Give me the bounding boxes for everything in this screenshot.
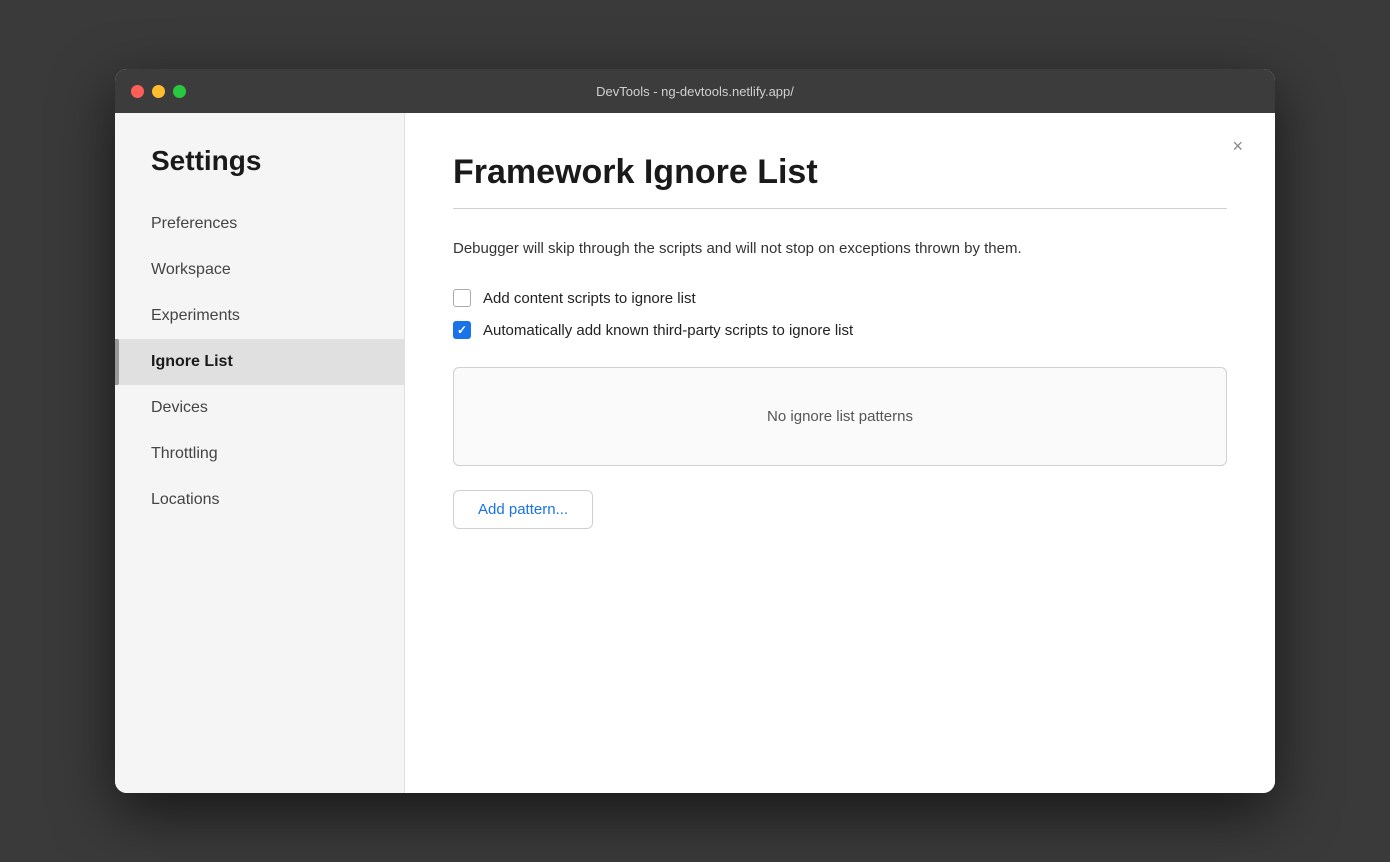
minimize-window-button[interactable] xyxy=(152,85,165,98)
add-pattern-button[interactable]: Add pattern... xyxy=(453,490,593,529)
title-divider xyxy=(453,208,1227,209)
checkbox-row-2: Automatically add known third-party scri… xyxy=(453,321,1227,339)
sidebar-item-devices[interactable]: Devices xyxy=(115,385,404,431)
sidebar-item-preferences[interactable]: Preferences xyxy=(115,201,404,247)
sidebar-item-ignore-list[interactable]: Ignore List xyxy=(115,339,404,385)
checkbox-third-party[interactable] xyxy=(453,321,471,339)
patterns-empty-state: No ignore list patterns xyxy=(453,367,1227,466)
checkbox-row-1: Add content scripts to ignore list xyxy=(453,289,1227,307)
close-window-button[interactable] xyxy=(131,85,144,98)
checkbox-content-scripts-label[interactable]: Add content scripts to ignore list xyxy=(483,290,696,307)
close-dialog-button[interactable]: × xyxy=(1224,133,1251,159)
window-title: DevTools - ng-devtools.netlify.app/ xyxy=(596,84,794,99)
maximize-window-button[interactable] xyxy=(173,85,186,98)
settings-heading: Settings xyxy=(115,145,404,201)
traffic-lights xyxy=(131,85,186,98)
titlebar: DevTools - ng-devtools.netlify.app/ xyxy=(115,69,1275,113)
description-text: Debugger will skip through the scripts a… xyxy=(453,237,1153,261)
sidebar-item-throttling[interactable]: Throttling xyxy=(115,431,404,477)
app-window: DevTools - ng-devtools.netlify.app/ Sett… xyxy=(115,69,1275,793)
patterns-empty-text: No ignore list patterns xyxy=(767,408,913,425)
checkbox-third-party-label[interactable]: Automatically add known third-party scri… xyxy=(483,322,853,339)
sidebar: Settings Preferences Workspace Experimen… xyxy=(115,113,405,793)
sidebar-item-experiments[interactable]: Experiments xyxy=(115,293,404,339)
page-title: Framework Ignore List xyxy=(453,153,1227,192)
sidebar-item-workspace[interactable]: Workspace xyxy=(115,247,404,293)
checkbox-content-scripts[interactable] xyxy=(453,289,471,307)
sidebar-item-locations[interactable]: Locations xyxy=(115,477,404,523)
content-area: Settings Preferences Workspace Experimen… xyxy=(115,113,1275,793)
main-panel: × Framework Ignore List Debugger will sk… xyxy=(405,113,1275,793)
